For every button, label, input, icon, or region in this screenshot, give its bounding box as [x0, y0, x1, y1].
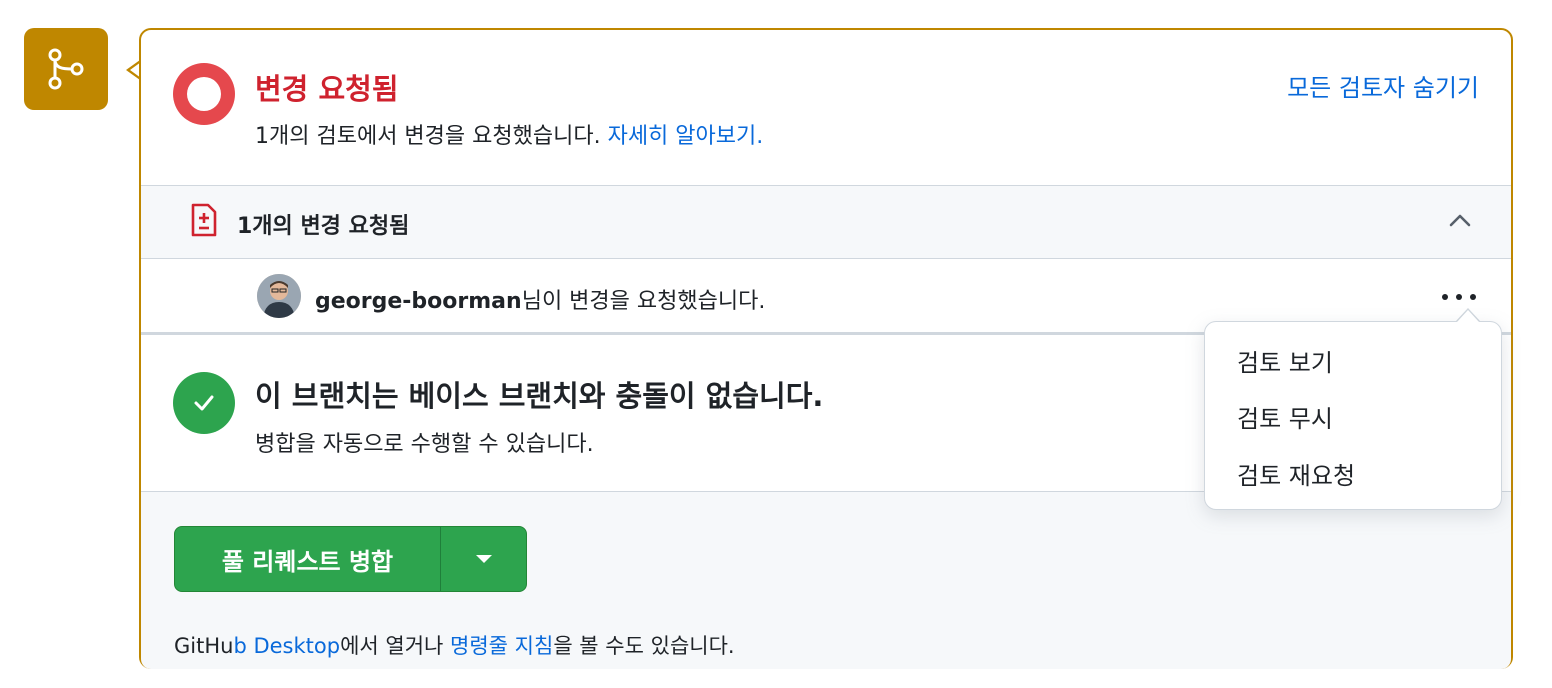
alt-mid: 에서 열거나	[340, 634, 451, 658]
menu-item-re-request-review[interactable]: 검토 재요청	[1205, 445, 1501, 501]
merge-status-description: 병합을 자동으로 수행할 수 있습니다.	[255, 432, 594, 457]
kebab-menu-button[interactable]	[1439, 285, 1479, 309]
merge-actions: 풀 리퀘스트 병합 GitHub Desktop에서 열거나 명령줄 지침을 볼…	[141, 492, 1511, 669]
merge-pull-request-button[interactable]: 풀 리퀘스트 병합	[175, 527, 441, 591]
alternative-options-text: GitHub Desktop에서 열거나 명령줄 지침을 볼 수도 있습니다.	[174, 630, 735, 660]
menu-pointer-fill	[1457, 310, 1479, 322]
merge-button-group: 풀 리퀘스트 병합	[174, 526, 527, 592]
alt-suffix: 을 볼 수도 있습니다.	[553, 634, 735, 658]
review-status-section: 변경 요청됨 1개의 검토에서 변경을 요청했습니다. 자세히 알아보기. 모든…	[141, 30, 1511, 185]
changes-requested-summary[interactable]: 1개의 변경 요청됨	[141, 185, 1511, 259]
dot-icon	[1470, 294, 1476, 300]
reviewer-action: 님이 변경을 요청했습니다.	[521, 289, 766, 314]
reviewer-message: george-boorman님이 변경을 요청했습니다.	[315, 283, 765, 315]
summary-label: 1개의 변경 요청됨	[237, 214, 410, 239]
changes-requested-icon	[173, 63, 235, 125]
dot-icon	[1442, 294, 1448, 300]
file-diff-icon	[191, 203, 217, 237]
hide-all-reviewers-link[interactable]: 모든 검토자 숨기기	[1287, 68, 1479, 103]
status-title: 변경 요청됨	[255, 72, 399, 106]
pull-request-state-badge	[24, 28, 108, 110]
command-line-instructions-link[interactable]: 명령줄 지침	[450, 634, 553, 658]
menu-item-dismiss-review[interactable]: 검토 무시	[1205, 388, 1501, 444]
avatar[interactable]	[257, 274, 301, 318]
github-desktop-link[interactable]: b Desktop	[233, 634, 340, 658]
caret-down-icon	[475, 555, 492, 563]
status-description: 1개의 검토에서 변경을 요청했습니다. 자세히 알아보기.	[255, 118, 763, 150]
merge-status-title: 이 브랜치는 베이스 브랜치와 충돌이 없습니다.	[255, 379, 824, 413]
git-branch-icon	[48, 48, 84, 90]
menu-item-view-review[interactable]: 검토 보기	[1205, 332, 1501, 388]
review-actions-menu: 검토 보기 검토 무시 검토 재요청	[1204, 321, 1502, 510]
reviewer-username[interactable]: george-boorman	[315, 289, 522, 314]
status-description-text: 1개의 검토에서 변경을 요청했습니다.	[255, 124, 601, 149]
check-icon	[173, 372, 235, 434]
alt-prefix: GitHu	[174, 634, 234, 658]
dot-icon	[1456, 294, 1462, 300]
learn-more-link[interactable]: 자세히 알아보기.	[608, 124, 764, 149]
merge-options-dropdown[interactable]	[441, 527, 526, 591]
chevron-up-icon[interactable]	[1447, 208, 1473, 234]
